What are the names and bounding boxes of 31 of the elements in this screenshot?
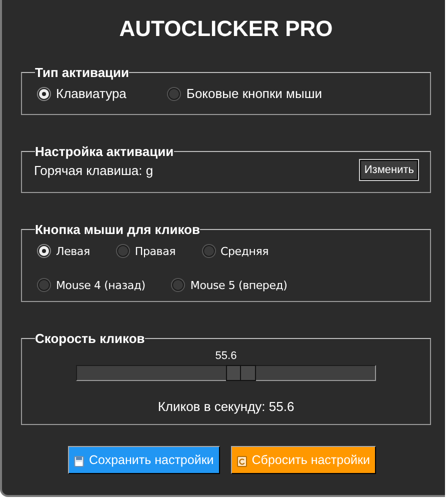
- radio-icon[interactable]: [202, 245, 215, 257]
- radio-option[interactable]: Левая: [38, 243, 90, 259]
- option-label: Средняя: [220, 244, 269, 258]
- group-title: Кнопка мыши для кликов: [35, 222, 200, 237]
- group-title: Скорость кликов: [35, 331, 145, 346]
- option-label: Mouse 5 (вперед): [190, 278, 288, 292]
- slider-thumb[interactable]: [226, 365, 256, 381]
- option-label: Клавиатура: [56, 86, 126, 101]
- group-title: Настройка активации: [35, 144, 174, 159]
- hotkey-label: Горячая клавиша: g: [34, 162, 154, 178]
- radio-icon[interactable]: [38, 279, 50, 291]
- radio-icon[interactable]: [38, 88, 50, 100]
- option-label: Правая: [134, 244, 176, 258]
- change-button[interactable]: Изменить: [359, 159, 419, 181]
- option-label: Mouse 4 (назад): [56, 278, 146, 292]
- radio-icon[interactable]: [38, 245, 50, 257]
- radio-option[interactable]: Mouse 4 (назад): [38, 277, 146, 293]
- speed-slider[interactable]: [76, 365, 376, 381]
- radio-icon[interactable]: [172, 279, 184, 291]
- app-title: AUTOCLICKER PRO: [118, 15, 334, 43]
- radio-icon[interactable]: [116, 245, 129, 257]
- speed-reading: Кликов в секунду: 55.6: [156, 399, 296, 414]
- radio-option[interactable]: Mouse 5 (вперед): [172, 277, 288, 293]
- group-title: Тип активации: [35, 65, 130, 80]
- reset-icon: [236, 456, 247, 467]
- radio-option[interactable]: Клавиатура: [38, 86, 126, 101]
- radio-option[interactable]: Средняя: [202, 243, 269, 259]
- option-label: Левая: [56, 244, 90, 258]
- slider-value: 55.6: [214, 350, 238, 362]
- radio-option[interactable]: Правая: [116, 243, 176, 259]
- radio-icon[interactable]: [168, 88, 180, 100]
